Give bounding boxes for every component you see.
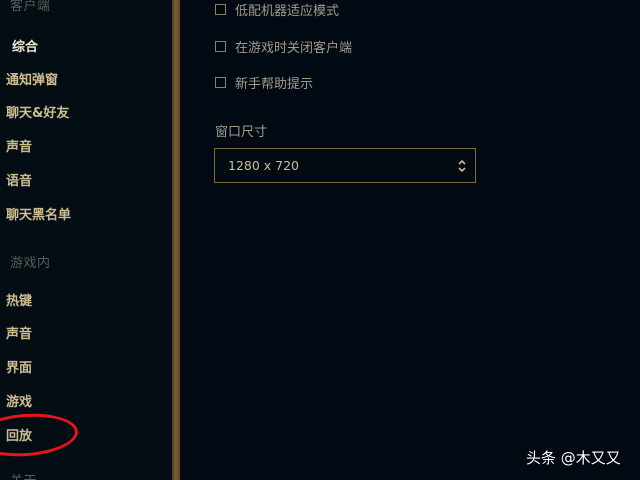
sidebar-item-interface[interactable]: 界面 [6,357,32,376]
newbie-tips-checkbox[interactable] [215,76,226,88]
sidebar-item-chat-blocklist[interactable]: 聊天黑名单 [6,204,71,223]
section-header-ingame: 游戏内 [10,256,51,271]
sidebar-item-game[interactable]: 游戏 [6,391,32,410]
sidebar-divider [172,0,180,480]
low-spec-mode-option[interactable]: 低配机器适应模式 [215,1,340,19]
close-client-in-game-option[interactable]: 在游戏时关闭客户端 [215,38,353,56]
newbie-tips-option[interactable]: 新手帮助提示 [215,74,314,92]
sidebar-item-hotkeys[interactable]: 热键 [6,290,32,309]
sidebar-item-ingame-sound[interactable]: 声音 [6,323,32,342]
newbie-tips-label: 新手帮助提示 [235,76,314,92]
low-spec-mode-label: 低配机器适应模式 [235,3,340,19]
section-header-client: 客户端 [10,0,51,14]
sidebar-divider-shadow [180,0,182,480]
watermark-text: 头条 @木又又 [526,449,621,467]
sidebar-item-client-sound[interactable]: 声音 [6,136,32,155]
section-header-about: 关于 [10,470,37,480]
sidebar-item-voice[interactable]: 语音 [6,170,32,189]
close-client-in-game-checkbox[interactable] [215,40,226,52]
window-size-label: 窗口尺寸 [215,125,268,140]
sidebar-item-notifications[interactable]: 通知弹窗 [6,69,58,88]
sidebar-item-general[interactable]: 综合 [12,36,38,55]
window-size-value: 1280 x 720 [228,158,300,173]
sidebar-item-chat-friends[interactable]: 聊天&好友 [6,102,69,121]
close-client-in-game-label: 在游戏时关闭客户端 [235,40,353,56]
low-spec-mode-checkbox[interactable] [215,3,226,15]
settings-sidebar: 客户端 综合 通知弹窗 聊天&好友 声音 语音 聊天黑名单 游戏内 热键 声音 … [0,0,172,480]
window-size-select[interactable]: 1280 x 720 [214,148,476,183]
settings-window: 客户端 综合 通知弹窗 聊天&好友 声音 语音 聊天黑名单 游戏内 热键 声音 … [0,0,640,480]
updown-chevron-icon [458,159,466,173]
